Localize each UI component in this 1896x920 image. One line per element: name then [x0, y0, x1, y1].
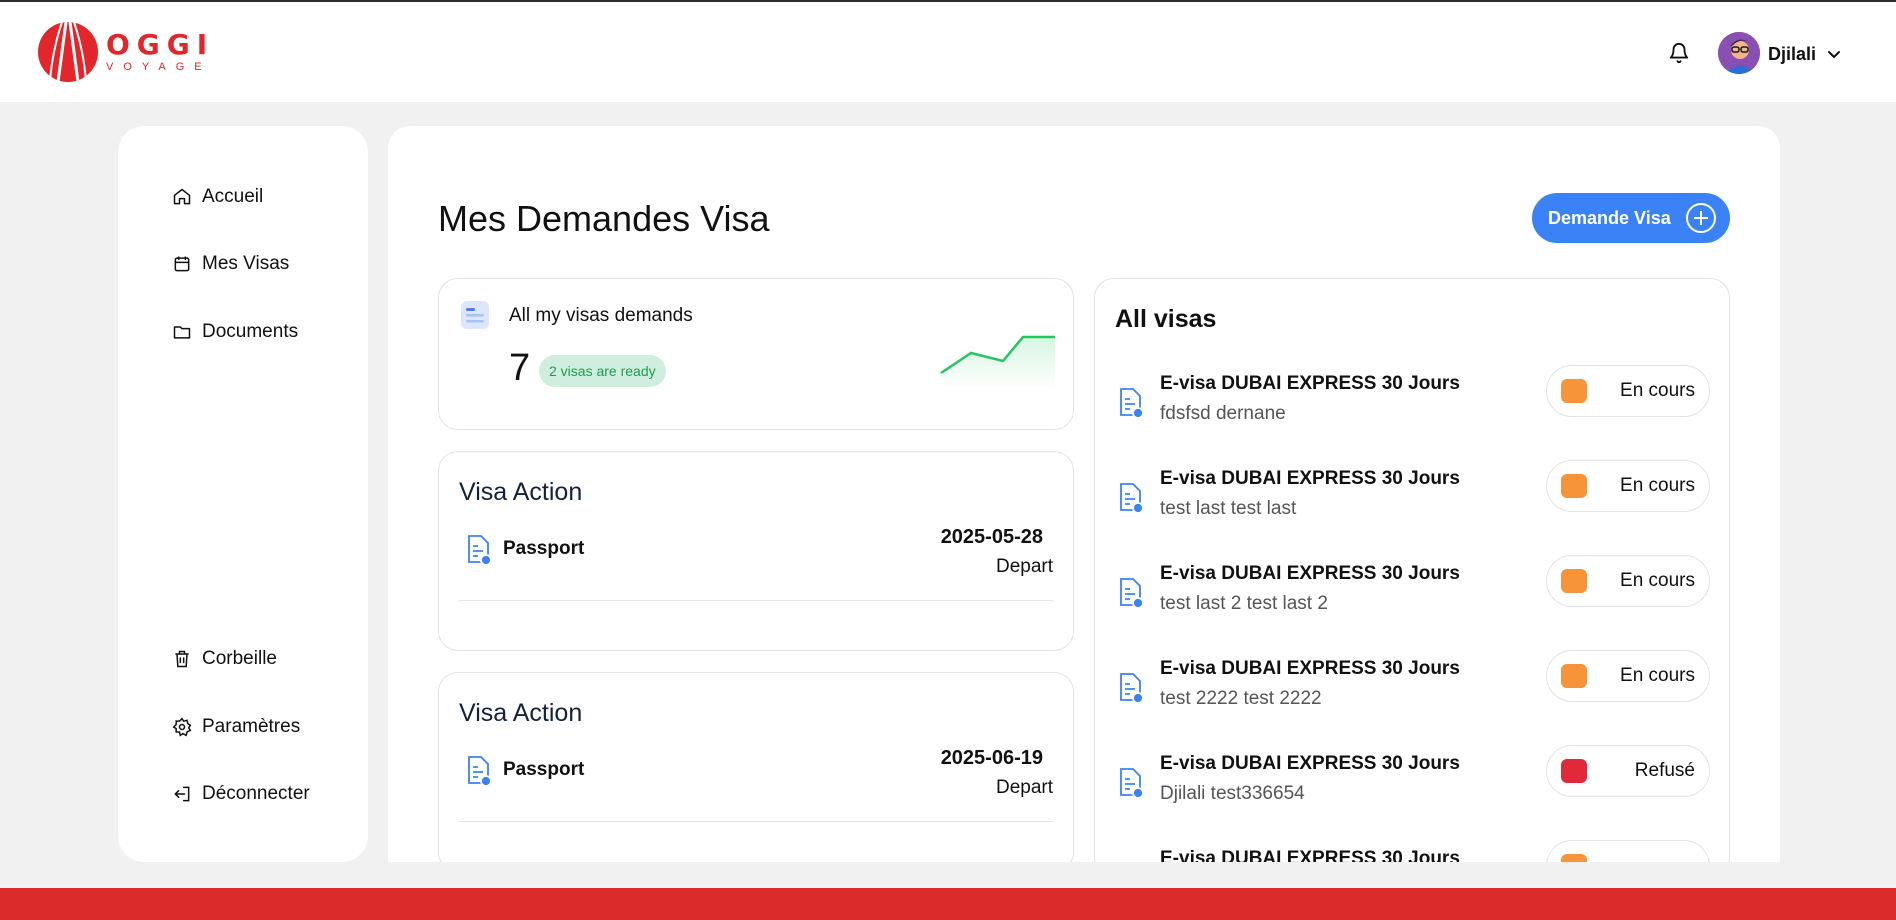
- oggi-logo-icon: [38, 21, 98, 83]
- visa-action-label: Depart: [995, 777, 1053, 798]
- sidebar-item-label: Corbeille: [202, 648, 277, 669]
- visa-action-title: Visa Action: [459, 699, 583, 727]
- status-icon: [1561, 379, 1587, 403]
- trash-icon: [175, 650, 189, 668]
- bell-icon[interactable]: [1668, 42, 1690, 64]
- status-badge[interactable]: En cours: [1546, 365, 1710, 417]
- gear-icon: [172, 717, 192, 737]
- document-icon: [1120, 483, 1144, 514]
- status-badge[interactable]: [1546, 840, 1710, 862]
- visa-title: E-visa DUBAI EXPRESS 30 Jours: [1160, 468, 1460, 489]
- visa-list-item[interactable]: E-visa DUBAI EXPRESS 30 Jours test last …: [1095, 555, 1731, 658]
- ready-badge: 2 visas are ready: [539, 355, 666, 387]
- footer-bar: [0, 888, 1896, 920]
- user-name[interactable]: Djilali: [1768, 44, 1816, 65]
- home-icon: [173, 188, 191, 205]
- status-icon: [1561, 759, 1587, 783]
- main-panel: Mes Demandes Visa Demande Visa All my vi…: [388, 126, 1780, 862]
- status-icon: [1561, 569, 1587, 593]
- visa-list-item[interactable]: E-visa DUBAI EXPRESS 30 Jours test 2222 …: [1095, 650, 1731, 753]
- logo-wordmark: OGGI: [106, 28, 215, 61]
- status-icon: [1561, 854, 1587, 862]
- sidebar-item-label: Accueil: [202, 186, 264, 207]
- status-badge[interactable]: En cours: [1546, 650, 1710, 702]
- visa-action-title: Visa Action: [459, 478, 583, 506]
- visa-action-date: 2025-06-19: [940, 747, 1043, 769]
- all-visas-card: All visas E-visa DUBAI EXPRESS 30 Jours …: [1094, 278, 1730, 862]
- visa-action-label: Depart: [995, 556, 1053, 577]
- sidebar-item-label: Paramètres: [202, 716, 301, 737]
- visa-title: E-visa DUBAI EXPRESS 30 Jours: [1160, 658, 1460, 679]
- sidebar-item-documents[interactable]: Documents: [172, 321, 298, 343]
- logo-subtitle: VOYAGE: [106, 61, 212, 73]
- summary-count: 7: [509, 347, 531, 389]
- visa-title: E-visa DUBAI EXPRESS 30 Jours: [1160, 753, 1460, 774]
- status-badge[interactable]: Refusé: [1546, 745, 1710, 797]
- sidebar-item-mes-visas[interactable]: Mes Visas: [172, 253, 289, 275]
- visa-applicant: fdsfsd dernane: [1160, 403, 1286, 424]
- chevron-down-icon[interactable]: [1826, 46, 1842, 62]
- visa-list-item[interactable]: E-visa DUBAI EXPRESS 30 Jours Djilali te…: [1095, 745, 1731, 848]
- divider: [459, 821, 1053, 822]
- status-badge[interactable]: En cours: [1546, 460, 1710, 512]
- sidebar-item-corbeille[interactable]: Corbeille: [172, 648, 277, 670]
- document-icon: [1120, 578, 1144, 609]
- calendar-icon: [174, 256, 190, 272]
- divider: [459, 600, 1053, 601]
- visa-applicant: test last 2 test last 2: [1160, 593, 1328, 614]
- document-icon: [468, 756, 492, 787]
- status-text: En cours: [1620, 380, 1695, 401]
- visa-action-card: Visa Action Passport 2025-06-19 Depart: [438, 672, 1074, 862]
- visa-applicant: test last test last: [1160, 498, 1297, 519]
- document-icon: [1120, 388, 1144, 419]
- logout-icon: [174, 786, 190, 802]
- status-text: Refusé: [1634, 760, 1695, 781]
- brand-logo[interactable]: OGGI VOYAGE: [36, 20, 214, 84]
- new-visa-request-button[interactable]: Demande Visa: [1532, 193, 1730, 243]
- visa-summary-card: All my visas demands 7 2 visas are ready: [438, 278, 1074, 430]
- sidebar-item-deconnecter[interactable]: Déconnecter: [172, 783, 310, 805]
- new-visa-request-label: Demande Visa: [1548, 207, 1671, 228]
- visa-action-card: Visa Action Passport 2025-05-28 Depart: [438, 451, 1074, 651]
- trend-sparkline: [940, 335, 1055, 389]
- visa-action-document: Passport: [503, 759, 585, 780]
- document-icon: [1120, 768, 1144, 799]
- sidebar-item-label: Déconnecter: [202, 783, 310, 804]
- visa-title: E-visa DUBAI EXPRESS 30 Jours: [1160, 373, 1460, 394]
- sidebar-item-accueil[interactable]: Accueil: [172, 186, 263, 208]
- list-icon: [461, 301, 489, 329]
- visa-action-document: Passport: [503, 538, 585, 559]
- folder-icon: [173, 326, 191, 339]
- visa-action-date: 2025-05-28: [940, 526, 1043, 548]
- status-icon: [1561, 474, 1587, 498]
- document-icon: [468, 535, 492, 566]
- visa-applicant: Djilali test336654: [1160, 783, 1305, 804]
- visa-title: E-visa DUBAI EXPRESS 30 Jours: [1160, 563, 1460, 584]
- visa-title: E-visa DUBAI EXPRESS 30 Jours: [1160, 848, 1460, 862]
- all-visas-title: All visas: [1115, 305, 1217, 333]
- sidebar: Accueil Mes Visas Documents Corbeille Pa…: [118, 126, 368, 862]
- summary-title: All my visas demands: [509, 305, 693, 326]
- status-text: En cours: [1620, 570, 1695, 591]
- sidebar-item-label: Documents: [202, 321, 299, 342]
- status-text: En cours: [1620, 665, 1695, 686]
- page-title: Mes Demandes Visa: [438, 198, 770, 239]
- avatar[interactable]: [1718, 32, 1760, 74]
- visa-list-item[interactable]: E-visa DUBAI EXPRESS 30 Jours fdsfsd der…: [1095, 365, 1731, 468]
- visa-applicant: test 2222 test 2222: [1160, 688, 1322, 709]
- status-text: En cours: [1620, 475, 1695, 496]
- document-icon: [1120, 673, 1144, 704]
- plus-circle-icon: [1686, 203, 1716, 233]
- visa-list-item[interactable]: E-visa DUBAI EXPRESS 30 Jours: [1095, 840, 1731, 862]
- sidebar-item-parametres[interactable]: Paramètres: [172, 716, 300, 738]
- app-header: OGGI VOYAGE Djilali: [0, 2, 1896, 102]
- status-icon: [1561, 664, 1587, 688]
- sidebar-item-label: Mes Visas: [202, 253, 290, 274]
- visa-list-item[interactable]: E-visa DUBAI EXPRESS 30 Jours test last …: [1095, 460, 1731, 563]
- status-badge[interactable]: En cours: [1546, 555, 1710, 607]
